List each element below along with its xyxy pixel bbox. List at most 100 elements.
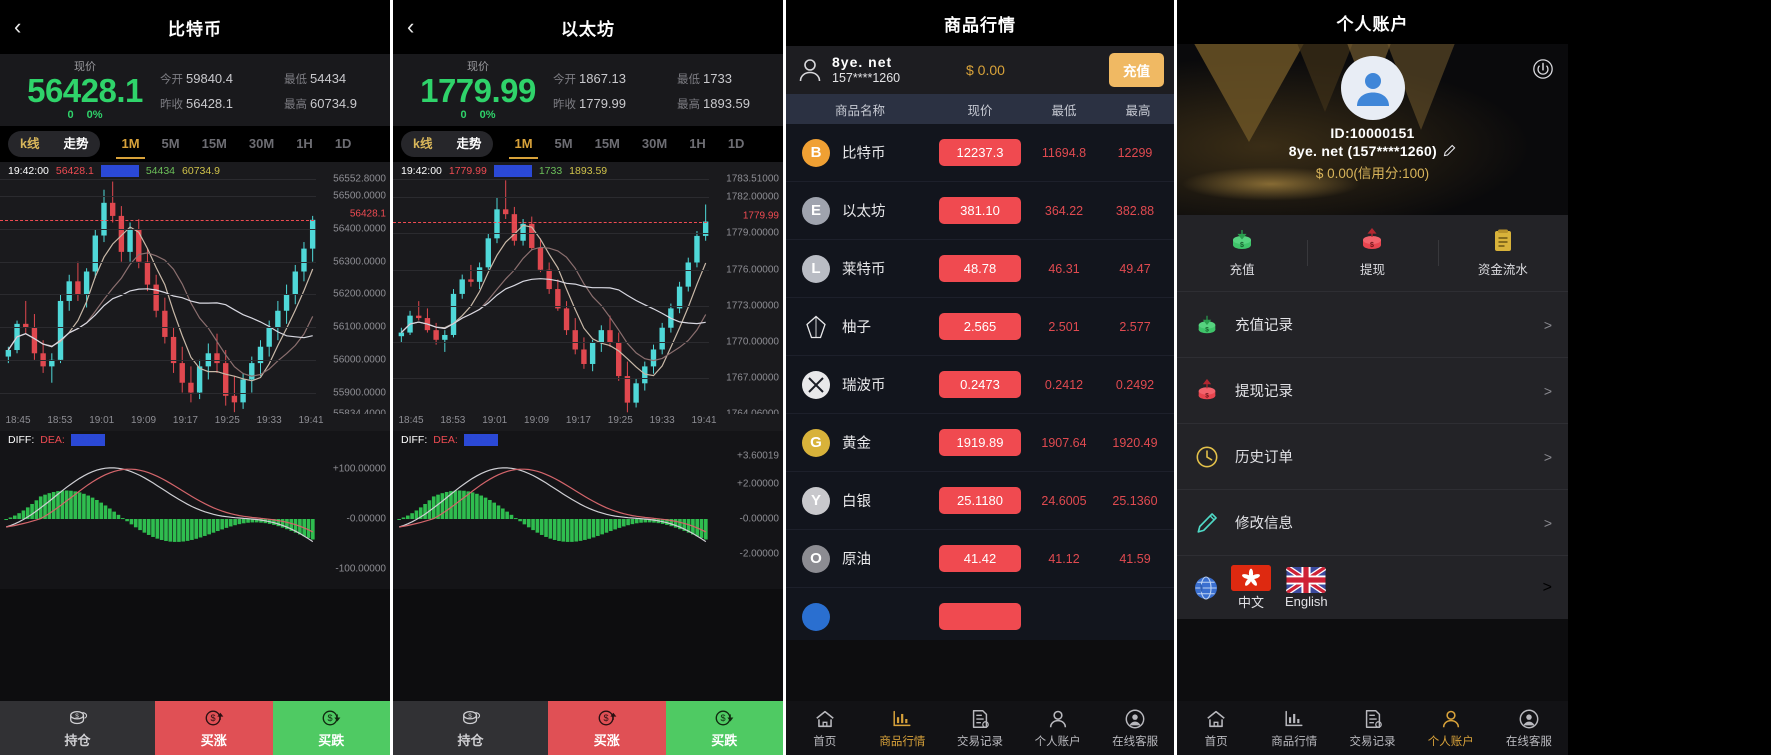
- tabbar-item-4[interactable]: 在线客服: [1096, 708, 1174, 749]
- high-value: 1893.59: [703, 96, 750, 111]
- timeframe-1m[interactable]: 1M: [110, 126, 150, 162]
- legend-high: 60734.9: [182, 165, 220, 177]
- quote-summary-ethereum: 现价 1779.99 0 0% 今开 1867.13 昨收 1779.99 最低 17…: [393, 54, 783, 126]
- tabbar-item-3[interactable]: 个人账户: [1412, 708, 1490, 749]
- hold-button[interactable]: $ 持仓: [393, 701, 549, 755]
- x-axis-tick: 18:45: [5, 415, 31, 426]
- tab-kline[interactable]: k线: [8, 131, 51, 157]
- price-change-pct: 0%: [86, 109, 103, 121]
- macd-plot[interactable]: +3.60019 +2.00000 -0.00000 -2.00000: [393, 449, 783, 589]
- quick-ledger[interactable]: 资金流水: [1437, 228, 1568, 278]
- chart-type-segment[interactable]: k线 走势: [8, 131, 101, 157]
- table-row[interactable]: B 比特币 12237.3 11694.8 12299: [786, 124, 1174, 182]
- y-axis-tick: 1773.00000: [726, 300, 779, 312]
- timeframe-5m[interactable]: 5M: [151, 126, 191, 162]
- macd-header: DIFF: DEA: MACD:: [0, 431, 390, 449]
- timeframe-30m[interactable]: 30M: [631, 126, 678, 162]
- timeframe-5m[interactable]: 5M: [544, 126, 584, 162]
- tabbar-item-1[interactable]: 商品行情: [1255, 708, 1333, 749]
- tabbar-item-0[interactable]: 首页: [786, 708, 864, 749]
- chart-type-segment[interactable]: k线 走势: [401, 131, 494, 157]
- tabbar-item-4[interactable]: 在线客服: [1490, 708, 1568, 749]
- current-price-tick: 56428.1: [349, 208, 386, 220]
- tabbar-item-2[interactable]: 交易记录: [941, 708, 1019, 749]
- hold-button[interactable]: $ 持仓: [0, 701, 156, 755]
- menu-edit-info[interactable]: 修改信息 >: [1177, 489, 1568, 555]
- table-row[interactable]: O 原油 41.42 41.12 41.59: [786, 530, 1174, 588]
- avatar[interactable]: [1340, 56, 1405, 120]
- edit-pencil-icon[interactable]: [1443, 144, 1456, 157]
- tabbar-item-label: 商品行情: [1271, 735, 1318, 748]
- current-price-cell[interactable]: 12237.3: [934, 139, 1026, 166]
- current-price-cell[interactable]: 1919.89: [934, 429, 1026, 456]
- back-icon[interactable]: ‹: [14, 16, 21, 38]
- current-price-cell[interactable]: 41.42: [934, 545, 1026, 572]
- quick-withdraw[interactable]: $ 提现: [1307, 228, 1437, 278]
- buy-down-button[interactable]: $ 买跌: [272, 701, 390, 755]
- tabbar-item-3[interactable]: 个人账户: [1019, 708, 1097, 749]
- current-price-cell[interactable]: 48.78: [934, 255, 1026, 282]
- table-row[interactable]: Y 白银 25.1180 24.6005 25.1360: [786, 472, 1174, 530]
- history-icon: [1193, 443, 1221, 471]
- back-icon[interactable]: ‹: [407, 16, 414, 38]
- menu-withdraw-records[interactable]: $ 提现记录 >: [1177, 357, 1568, 423]
- flag-uk-icon: [1286, 566, 1327, 593]
- low-price-cell: 364.22: [1044, 203, 1084, 218]
- support-icon: [1124, 708, 1146, 730]
- commodity-table-body[interactable]: B 比特币 12237.3 11694.8 12299 E 以太坊 381.10 364.22 3…: [786, 124, 1174, 640]
- macd-plot[interactable]: +100.00000 -0.00000 -100.00000: [0, 449, 390, 589]
- current-price-cell[interactable]: 25.1180: [934, 487, 1026, 514]
- current-price-cell[interactable]: 2.565: [934, 313, 1026, 340]
- buy-up-button[interactable]: $ 买涨: [155, 701, 273, 755]
- candlestick-plot[interactable]: 1783.51000 1782.00000 1779.00000 1776.00000…: [393, 174, 783, 420]
- language-option-chinese[interactable]: 中文: [1231, 564, 1271, 611]
- menu-withdraw-records-label: 提现记录: [1235, 384, 1293, 400]
- quick-deposit[interactable]: $ 充值: [1177, 228, 1307, 278]
- language-chinese-label: 中文: [1237, 594, 1264, 610]
- svg-text:$: $: [603, 713, 608, 723]
- price-change-block: 0 0%: [403, 109, 553, 121]
- timeframe-15m[interactable]: 15M: [584, 126, 631, 162]
- menu-deposit-records[interactable]: $ 充值记录 >: [1177, 291, 1568, 357]
- table-row[interactable]: L 莱特币 48.78 46.31 49.47: [786, 240, 1174, 298]
- tab-kline[interactable]: k线: [401, 131, 444, 157]
- current-price-pill: 41.42: [939, 545, 1021, 572]
- timeframe-15m[interactable]: 15M: [191, 126, 238, 162]
- language-english-label: English: [1285, 593, 1328, 609]
- tabbar-item-2[interactable]: 交易记录: [1333, 708, 1411, 749]
- table-row[interactable]: 瑞波币 0.2473 0.2412 0.2492: [786, 356, 1174, 414]
- chart-area-bitcoin[interactable]: 19:42:00 56428.1 56428.1 54434 60734.9 5…: [0, 162, 390, 589]
- recharge-button[interactable]: 充值: [1109, 53, 1164, 87]
- buy-up-button[interactable]: $ 买涨: [548, 701, 666, 755]
- tabbar-item-0[interactable]: 首页: [1177, 708, 1255, 749]
- chart-area-ethereum[interactable]: 19:42:00 1779.99 1779.99 1733 1893.59 17…: [393, 162, 783, 589]
- tabbar-item-1[interactable]: 商品行情: [864, 708, 942, 749]
- timeframe-1d[interactable]: 1D: [717, 126, 756, 162]
- candlestick-plot[interactable]: 56552.8000 56500.0000 56400.0000 56300.0000…: [0, 174, 390, 420]
- x-axis-labels: 18:45 18:53 19:01 19:09 19:17 19:25 19:33 19:41: [393, 414, 783, 431]
- y-axis-tick: 1783.51000: [726, 173, 779, 185]
- timeframe-1h[interactable]: 1H: [285, 126, 324, 162]
- table-row[interactable]: E 以太坊 381.10 364.22 382.88: [786, 182, 1174, 240]
- timeframe-1m[interactable]: 1M: [503, 126, 543, 162]
- table-row[interactable]: G 黄金 1919.89 1907.64 1920.49: [786, 414, 1174, 472]
- coin-cell: [786, 602, 934, 631]
- account-identity: ID:10000151 8ye. net (157****1260) $ 0.0…: [1177, 56, 1568, 182]
- table-row[interactable]: 柚子 2.565 2.501 2.577: [786, 298, 1174, 356]
- language-option-english[interactable]: English: [1285, 566, 1328, 609]
- panel-personal-account: 个人账户 ID:10000151 8ye. net (157****1260) …: [1177, 0, 1568, 755]
- current-price-cell[interactable]: 381.10: [934, 197, 1026, 224]
- buy-down-button[interactable]: $ 买跌: [665, 701, 783, 755]
- current-price-cell[interactable]: [934, 603, 1026, 630]
- tab-trend[interactable]: 走势: [51, 131, 100, 157]
- timeframe-30m[interactable]: 30M: [238, 126, 285, 162]
- current-price-cell[interactable]: 0.2473: [934, 371, 1026, 398]
- buy-down-icon: $: [715, 710, 734, 725]
- menu-history-orders[interactable]: 历史订单 >: [1177, 423, 1568, 489]
- timeframe-1h[interactable]: 1H: [678, 126, 717, 162]
- legend-close: 1779.99: [493, 165, 532, 177]
- table-row-partial[interactable]: [786, 588, 1174, 640]
- tab-trend[interactable]: 走势: [444, 131, 493, 157]
- user-name: 8ye. net: [832, 54, 893, 70]
- timeframe-1d[interactable]: 1D: [324, 126, 363, 162]
